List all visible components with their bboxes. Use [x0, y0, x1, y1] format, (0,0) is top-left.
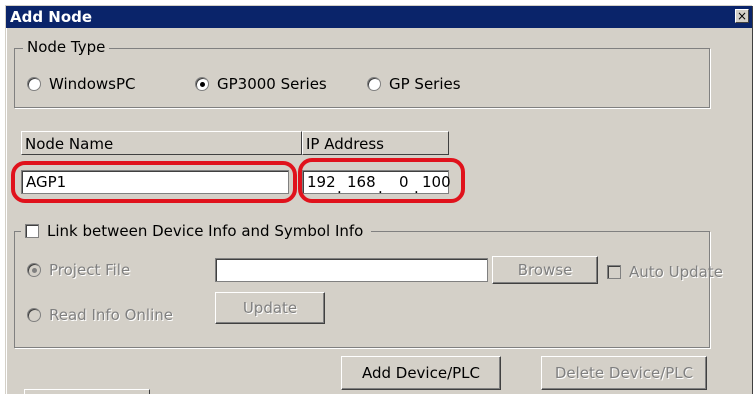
browse-button[interactable]: Browse [492, 256, 598, 284]
ip-address-header: IP Address [302, 131, 449, 155]
add-device-plc-button[interactable]: Add Device/PLC [341, 356, 501, 390]
project-file-field[interactable] [215, 258, 488, 282]
dialog-title: Add Node [10, 8, 93, 26]
radio-project-file-indicator[interactable] [27, 262, 41, 277]
radio-windowspc-label: WindowsPC [49, 74, 136, 93]
auto-update-label: Auto Update [629, 262, 723, 281]
radio-read-info-online[interactable]: Read Info Online [27, 305, 173, 324]
node-type-group: Node Type WindowsPC GP3000 Series GP Ser… [14, 38, 710, 108]
ip-octet-3[interactable]: 0 [399, 171, 409, 193]
radio-gp3000-series-label: GP3000 Series [217, 74, 327, 93]
ip-octet-1[interactable]: 192 [307, 171, 336, 193]
radio-gp3000-series-indicator[interactable] [195, 76, 209, 91]
ip-octet-2[interactable]: 168 [347, 171, 376, 193]
link-checkbox[interactable]: Link between Device Info and Symbol Info [21, 221, 372, 240]
auto-update-checkbox[interactable]: Auto Update [607, 262, 723, 281]
radio-gp-series[interactable]: GP Series [367, 74, 461, 93]
radio-gp-series-indicator[interactable] [367, 76, 381, 91]
node-type-group-label: Node Type [23, 38, 110, 56]
link-checkbox-indicator[interactable] [25, 223, 39, 238]
auto-update-checkbox-indicator[interactable] [607, 264, 621, 279]
ip-separator: . [414, 179, 419, 197]
link-checkbox-label: Link between Device Info and Symbol Info [47, 221, 364, 240]
link-group: Link between Device Info and Symbol Info… [14, 221, 723, 348]
delete-device-plc-button[interactable]: Delete Device/PLC [541, 356, 707, 390]
node-name-header: Node Name [21, 131, 302, 155]
update-button[interactable]: Update [215, 292, 325, 324]
radio-windowspc[interactable]: WindowsPC [27, 74, 135, 93]
radio-project-file-label: Project File [49, 260, 131, 279]
radio-project-file[interactable]: Project File [27, 260, 130, 279]
close-icon[interactable]: × [735, 9, 749, 23]
ip-separator: . [378, 179, 383, 197]
ip-separator: . [337, 179, 342, 197]
title-bar: Add Node × [6, 6, 752, 28]
radio-windowspc-indicator[interactable] [27, 76, 41, 91]
node-name-field[interactable]: AGP1 [21, 170, 289, 194]
radio-read-info-online-indicator[interactable] [27, 307, 41, 322]
ip-octet-4[interactable]: 100 [422, 171, 451, 193]
ip-address-field[interactable]: 192 . 168 . 0 . 100 [302, 170, 451, 197]
radio-read-info-online-label: Read Info Online [49, 305, 173, 324]
partial-button[interactable] [24, 389, 150, 394]
radio-gp3000-series[interactable]: GP3000 Series [195, 74, 327, 93]
add-node-dialog: Add Node × Node Type WindowsPC GP3000 Se… [5, 5, 752, 394]
radio-gp-series-label: GP Series [389, 74, 461, 93]
